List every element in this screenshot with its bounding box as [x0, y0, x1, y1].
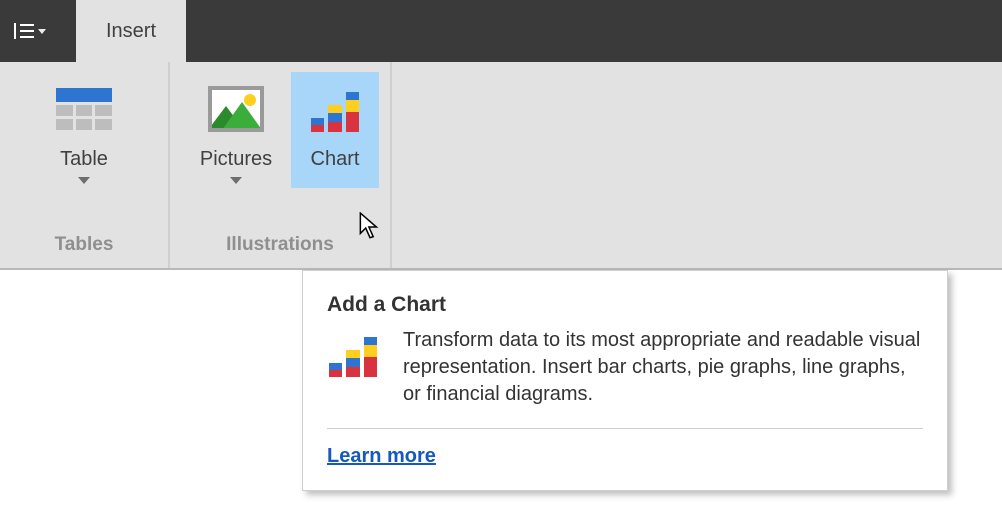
chevron-down-icon [230, 177, 242, 184]
outline-view-button[interactable] [0, 0, 60, 62]
chart-button-label: Chart [311, 148, 360, 171]
ribbon: Table Tables Pictures [0, 62, 1002, 270]
chevron-down-icon [38, 29, 46, 34]
ribbon-group-tables-label: Tables [0, 224, 168, 268]
pictures-button[interactable]: Pictures [181, 72, 291, 188]
table-button[interactable]: Table [24, 72, 144, 188]
ribbon-group-illustrations-label: Illustrations [170, 224, 390, 268]
chart-icon [327, 331, 379, 377]
chart-button[interactable]: Chart [291, 72, 379, 188]
tab-insert-label: Insert [106, 20, 156, 43]
divider [327, 428, 923, 429]
outline-list-icon [14, 23, 34, 39]
chart-tooltip: Add a Chart Transform data to its most a… [302, 270, 948, 491]
table-button-label: Table [60, 148, 108, 171]
tooltip-title: Add a Chart [327, 293, 923, 317]
tab-insert[interactable]: Insert [76, 0, 186, 62]
ribbon-group-tables: Table Tables [0, 62, 170, 268]
learn-more-link[interactable]: Learn more [327, 445, 436, 467]
pictures-icon [208, 86, 264, 132]
ribbon-group-illustrations: Pictures Chart Illustrations [170, 62, 392, 268]
chevron-down-icon [78, 177, 90, 184]
pictures-button-label: Pictures [200, 148, 272, 171]
top-tab-strip: Insert [0, 0, 1002, 62]
tooltip-description: Transform data to its most appropriate a… [403, 327, 923, 408]
chart-icon [309, 86, 361, 132]
table-icon [56, 88, 112, 130]
